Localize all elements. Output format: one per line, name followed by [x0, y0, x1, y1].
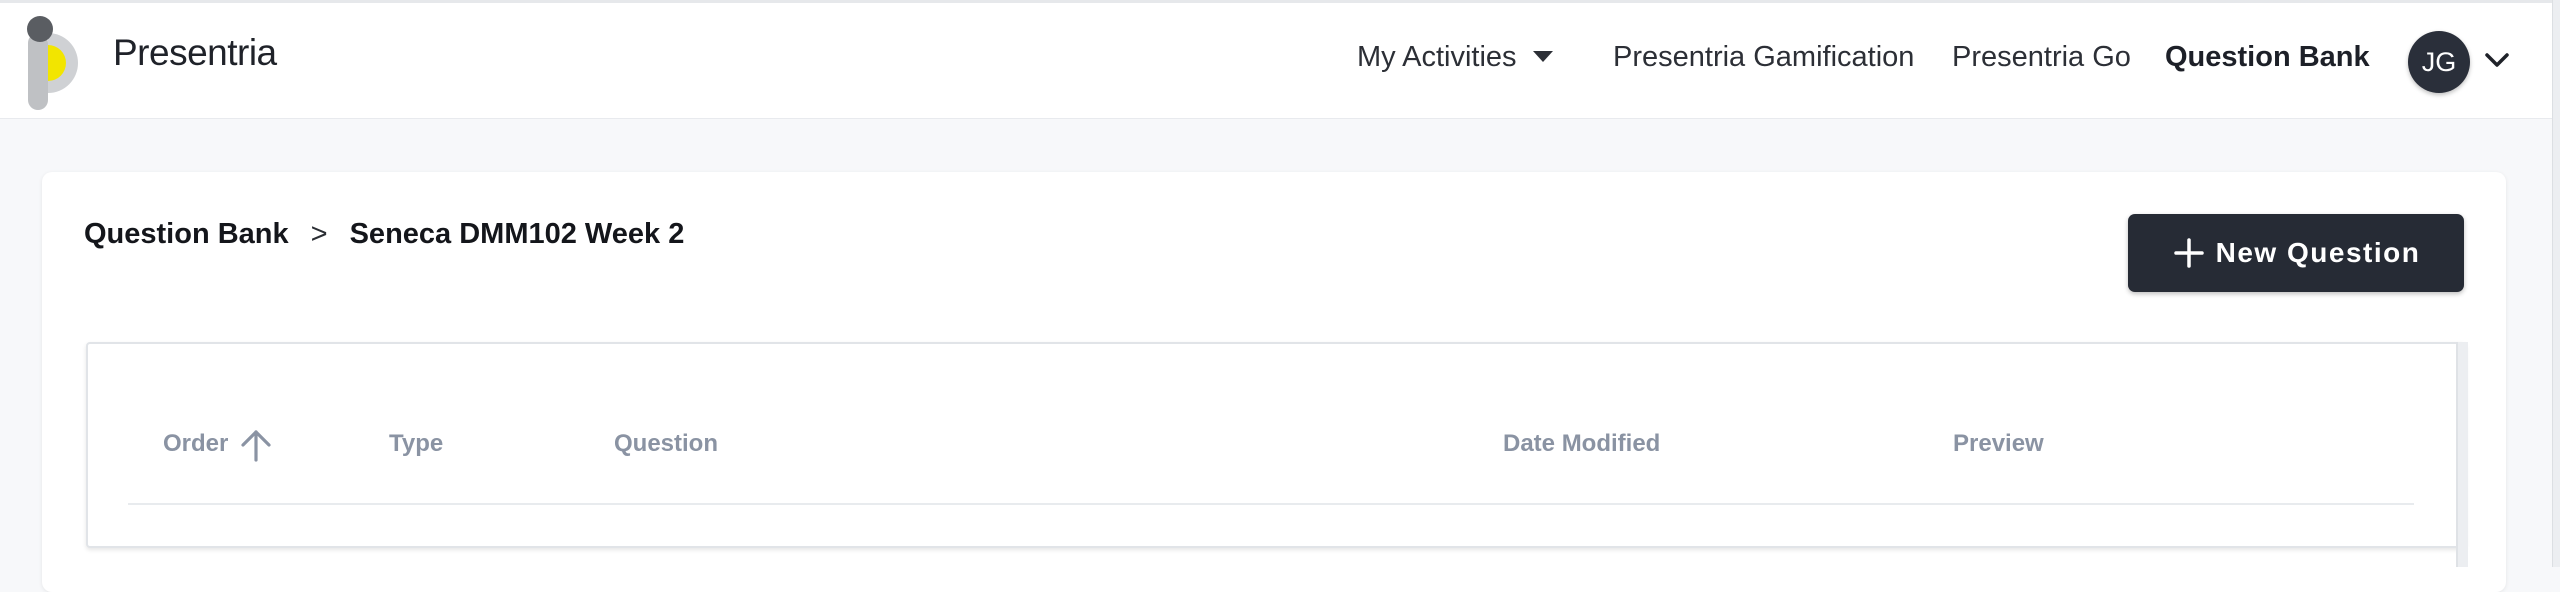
user-avatar[interactable]: JG: [2408, 31, 2470, 93]
column-header-question[interactable]: Question: [614, 430, 718, 458]
arrow-up-icon[interactable]: [238, 427, 274, 463]
chevron-down-icon[interactable]: [2484, 47, 2510, 73]
column-header-type[interactable]: Type: [389, 430, 443, 458]
table-header-divider: [128, 503, 2414, 505]
plus-icon: [2173, 238, 2204, 268]
top-navigation-bar: Presentria My Activities Presentria Gami…: [0, 0, 2560, 119]
nav-question-bank[interactable]: Question Bank: [2165, 41, 2370, 74]
table-scrollbar[interactable]: [2456, 342, 2468, 567]
new-question-label: New Question: [2215, 237, 2421, 268]
column-header-preview[interactable]: Preview: [1953, 430, 2044, 458]
nav-presentria-go[interactable]: Presentria Go: [1952, 41, 2131, 74]
column-header-date-modified[interactable]: Date Modified: [1503, 430, 1660, 458]
breadcrumb-separator: >: [310, 218, 328, 250]
caret-down-icon: [1532, 50, 1553, 62]
column-header-order[interactable]: Order: [163, 430, 228, 458]
nav-my-activities[interactable]: My Activities: [1357, 41, 1553, 74]
new-question-button[interactable]: New Question: [2128, 214, 2464, 292]
breadcrumb-root[interactable]: Question Bank: [84, 218, 289, 250]
nav-presentria-gamification[interactable]: Presentria Gamification: [1613, 41, 1914, 74]
brand-name[interactable]: Presentria: [113, 32, 277, 74]
page-scrollbar[interactable]: [2552, 0, 2560, 567]
breadcrumb: Question Bank > Seneca DMM102 Week 2: [84, 218, 684, 251]
nav-my-activities-label: My Activities: [1357, 41, 1517, 73]
breadcrumb-current: Seneca DMM102 Week 2: [349, 218, 685, 250]
presentria-logo[interactable]: [24, 15, 104, 110]
